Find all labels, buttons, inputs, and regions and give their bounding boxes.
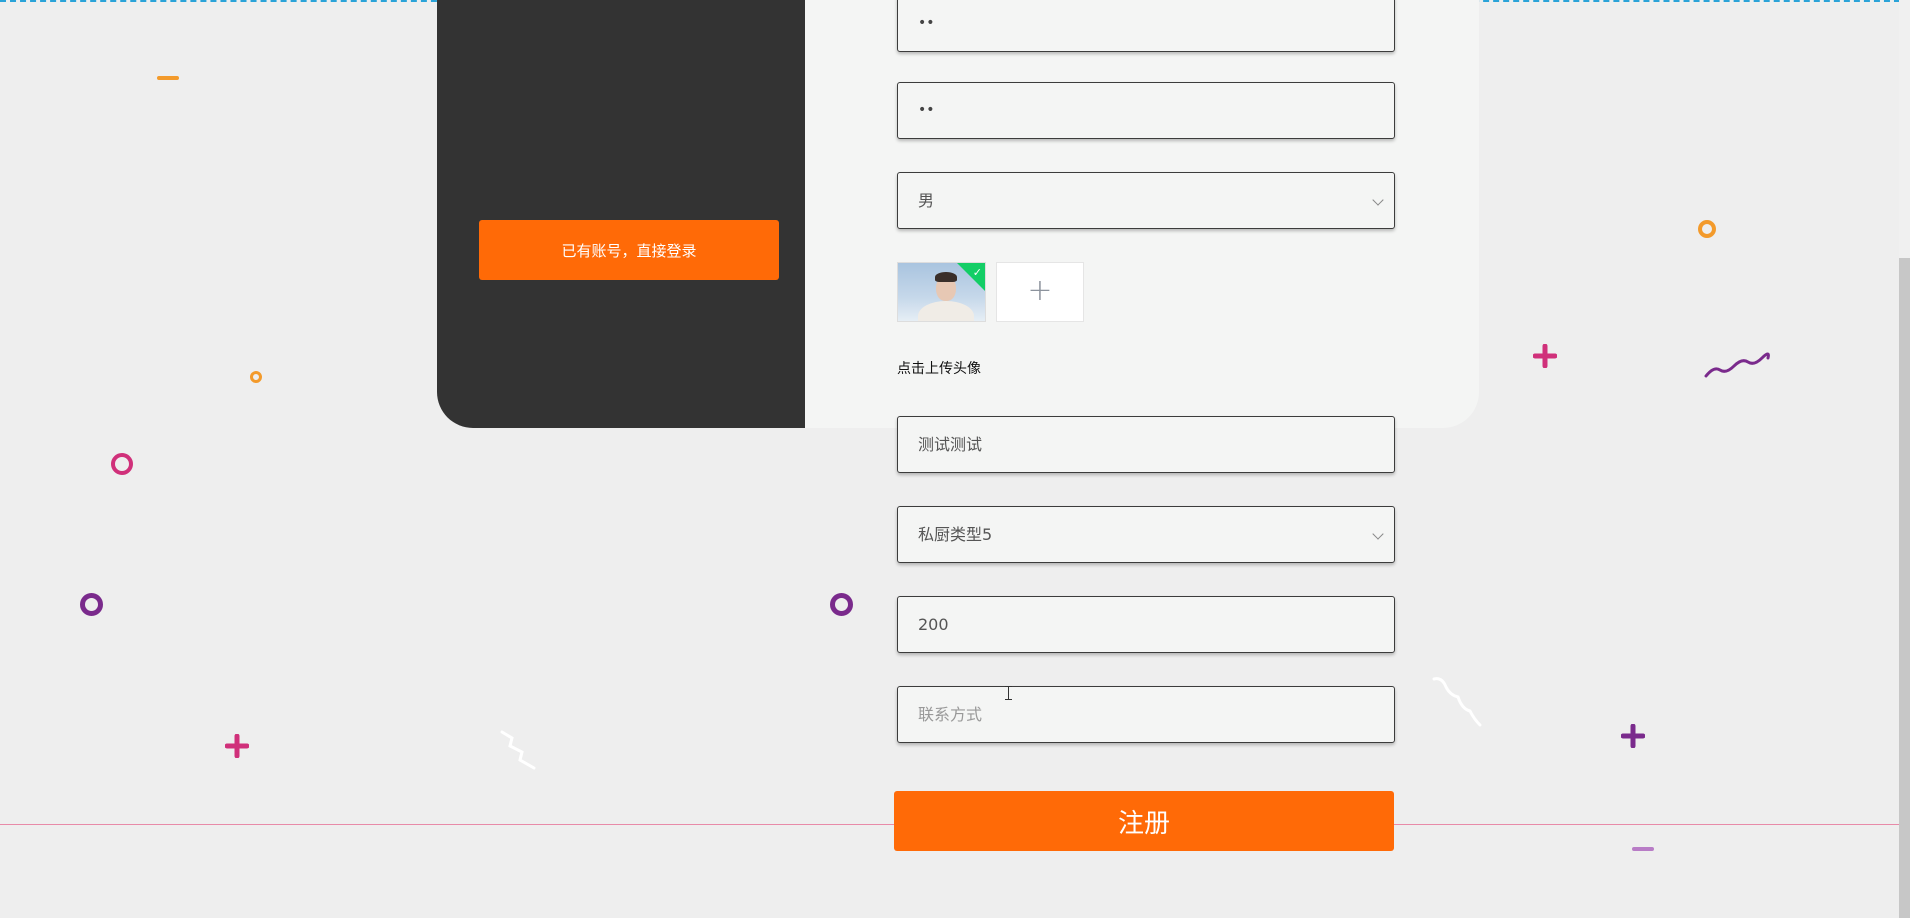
purple-squiggle-decoration — [1704, 352, 1770, 378]
magenta-plus-decoration — [225, 734, 249, 758]
contact-field[interactable]: 联系方式 — [897, 686, 1395, 743]
chevron-down-icon — [1372, 528, 1384, 540]
magenta-plus-decoration — [1533, 344, 1557, 368]
register-button[interactable]: 注册 — [894, 791, 1394, 851]
check-icon: ✓ — [972, 266, 982, 279]
gender-select[interactable]: 男 — [897, 172, 1395, 229]
name-field[interactable]: 测试测试 — [897, 416, 1395, 473]
chevron-down-icon — [1372, 194, 1384, 206]
card-side-panel: 已有账号，直接登录 — [437, 0, 805, 428]
orange-ring-decoration — [250, 371, 262, 383]
password-field[interactable]: •• — [897, 0, 1395, 52]
price-field[interactable]: 200 — [897, 596, 1395, 653]
magenta-ring-decoration — [111, 453, 133, 475]
white-squiggle-decoration — [1432, 677, 1482, 727]
purple-ring-decoration — [80, 593, 103, 616]
scrollbar-thumb[interactable] — [1899, 258, 1910, 918]
avatar-preview[interactable]: ✓ — [897, 262, 986, 322]
upload-avatar-button[interactable]: + — [996, 262, 1084, 322]
confirm-password-field[interactable]: •• — [897, 82, 1395, 139]
text-cursor — [1005, 686, 1012, 700]
upload-avatar-caption: 点击上传头像 — [897, 361, 981, 377]
orange-dash-decoration — [157, 76, 179, 80]
kitchen-type-select[interactable]: 私厨类型5 — [897, 506, 1395, 563]
orange-ring-decoration — [1698, 220, 1716, 238]
purple-plus-decoration — [1621, 724, 1645, 748]
gender-select-value: 男 — [918, 191, 935, 210]
white-squiggle-decoration — [500, 730, 536, 770]
go-to-login-button[interactable]: 已有账号，直接登录 — [479, 220, 779, 280]
kitchen-type-select-value: 私厨类型5 — [918, 525, 993, 544]
purple-ring-decoration — [830, 593, 853, 616]
lavender-dash-decoration — [1632, 847, 1654, 851]
